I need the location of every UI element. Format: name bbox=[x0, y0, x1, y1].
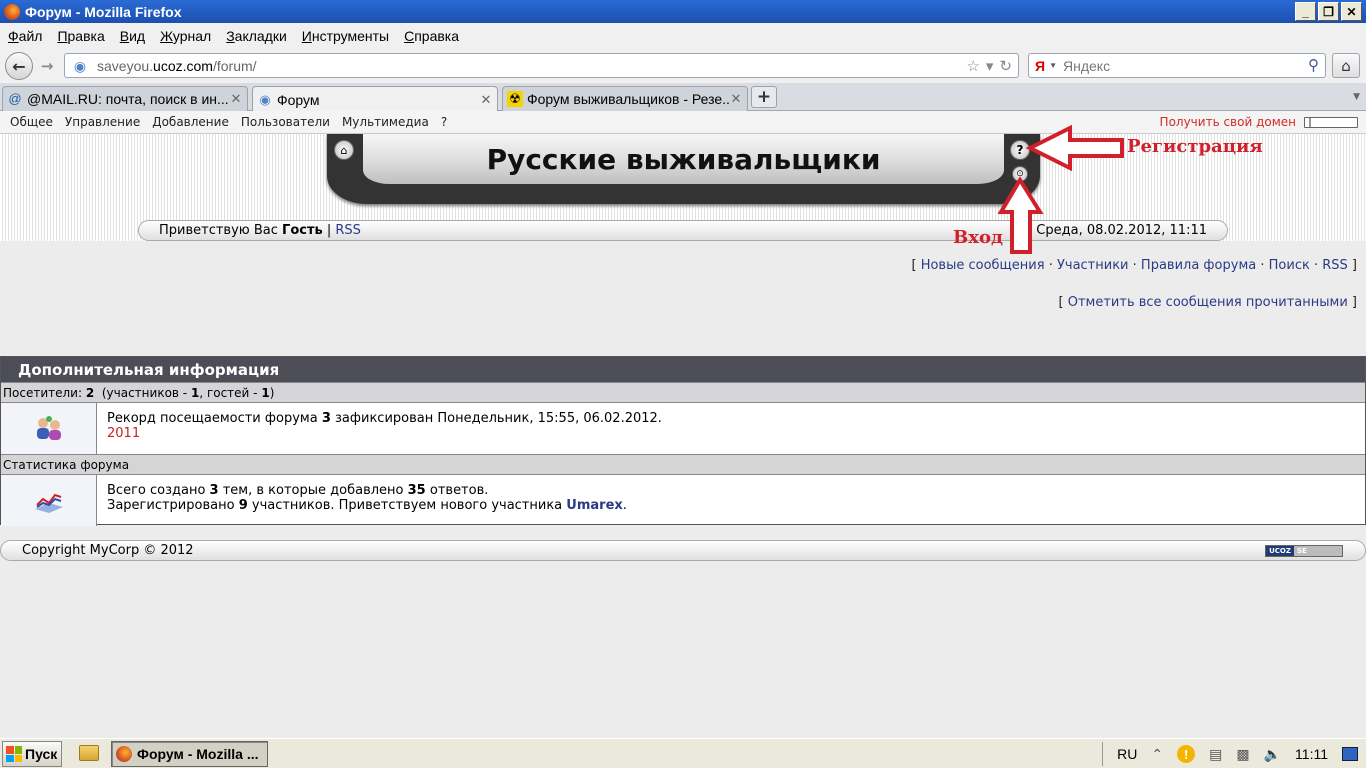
stats-row: Всего создано 3 тем, в которые добавлено… bbox=[1, 475, 1365, 526]
show-desktop-icon[interactable] bbox=[1342, 747, 1358, 761]
task-label: Форум - Mozilla ... bbox=[137, 746, 259, 762]
clock[interactable]: 11:11 bbox=[1295, 746, 1328, 762]
additional-info-table: Дополнительная информация Посетители: 2 … bbox=[0, 356, 1366, 526]
badge-right: SE bbox=[1294, 546, 1342, 556]
taskbar: Пуск Форум - Mozilla ... RU ⌃ ! ▤ ▩ 🔈 11… bbox=[0, 738, 1366, 768]
search-link[interactable]: Поиск bbox=[1269, 258, 1310, 273]
mark-read-links: [ Отметить все сообщения прочитанными ] bbox=[1058, 295, 1357, 310]
warning-icon[interactable]: ! bbox=[1177, 745, 1196, 763]
network-icon[interactable]: ▩ bbox=[1236, 746, 1249, 763]
new-messages-link[interactable]: Новые сообщения bbox=[921, 258, 1045, 273]
guests-count: 1 bbox=[261, 385, 270, 400]
visitors-label: Посетители: bbox=[3, 385, 83, 400]
visitors-total: 2 bbox=[85, 385, 95, 400]
ucoz-badge[interactable]: UCOZ SE bbox=[1265, 545, 1343, 557]
login-annotation: Вход bbox=[953, 227, 1003, 248]
forum-rss-link[interactable]: RSS bbox=[1322, 258, 1348, 273]
participants-label: (участников - bbox=[101, 385, 188, 400]
login-arrow-icon bbox=[997, 176, 1044, 254]
language-indicator[interactable]: RU bbox=[1117, 746, 1137, 762]
volume-icon[interactable]: 🔈 bbox=[1264, 746, 1281, 763]
taskbar-firefox-item[interactable]: Форум - Mozilla ... bbox=[111, 741, 268, 767]
record-text: Рекорд посещаемости форума 3 зафиксирова… bbox=[107, 411, 662, 441]
system-tray: RU ⌃ ! ▤ ▩ 🔈 11:11 bbox=[1102, 741, 1366, 767]
forum-rules-link[interactable]: Правила форума bbox=[1141, 258, 1256, 273]
stats-text: Всего создано 3 тем, в которые добавлено… bbox=[107, 483, 627, 513]
visitors-row: Посетители: 2 (участников - 1, гостей - … bbox=[1, 382, 1365, 403]
stats-chart-icon bbox=[1, 475, 97, 526]
participants-count: 1 bbox=[190, 385, 200, 400]
register-annotation: Регистрация bbox=[1127, 136, 1263, 157]
show-hidden-icons[interactable]: ⌃ bbox=[1151, 746, 1163, 763]
newest-member-link[interactable]: Umarex bbox=[566, 498, 623, 513]
start-button[interactable]: Пуск bbox=[2, 741, 62, 767]
register-arrow-icon bbox=[1025, 124, 1124, 172]
copyright: Copyright MyCorp © 2012 bbox=[22, 543, 194, 558]
device-icon[interactable]: ▤ bbox=[1209, 746, 1222, 763]
users-icon bbox=[1, 403, 97, 454]
badge-left: UCOZ bbox=[1266, 546, 1294, 556]
forum-nav-links: [ Новые сообщения · Участники · Правила … bbox=[911, 258, 1357, 273]
stats-label: Статистика форума bbox=[1, 454, 1365, 475]
record-row: Рекорд посещаемости форума 3 зафиксирова… bbox=[1, 403, 1365, 454]
firefox-icon bbox=[116, 746, 132, 762]
site-footer: Copyright MyCorp © 2012 UCOZ SE bbox=[0, 540, 1366, 561]
windows-logo-icon bbox=[6, 746, 22, 762]
tray-separator bbox=[1102, 742, 1104, 766]
members-link[interactable]: Участники bbox=[1057, 258, 1129, 273]
record-user-link[interactable]: 2011 bbox=[107, 426, 140, 441]
guests-label: , гостей - bbox=[199, 385, 258, 400]
mark-all-read-link[interactable]: Отметить все сообщения прочитанными bbox=[1068, 295, 1348, 310]
info-header: Дополнительная информация bbox=[1, 357, 1365, 382]
explorer-icon[interactable] bbox=[79, 745, 99, 761]
start-label: Пуск bbox=[25, 746, 58, 762]
